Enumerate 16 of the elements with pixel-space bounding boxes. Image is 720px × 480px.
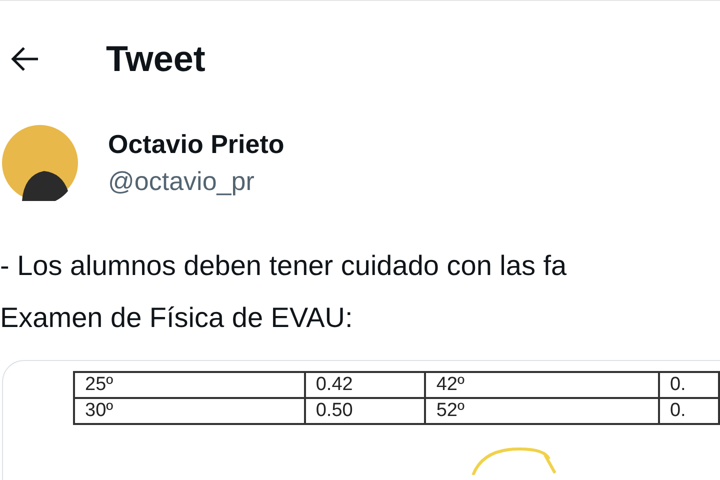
table-cell: 0. <box>658 398 719 424</box>
table-cell: 25º <box>74 372 305 398</box>
tweet-text: - Los alumnos deben tener cuidado con las fa <box>0 249 568 283</box>
page-title: Tweet <box>106 38 206 80</box>
table-cell: 0.42 <box>304 372 426 398</box>
avatar[interactable] <box>2 125 78 201</box>
back-arrow-icon <box>10 46 40 72</box>
author-name[interactable]: Octavio Prieto <box>108 129 284 160</box>
table-cell: 0.50 <box>304 398 426 424</box>
tweet-text: Examen de Física de EVAU: <box>0 301 354 335</box>
table-cell: 52º <box>425 398 659 424</box>
author-handle[interactable]: @octavio_pr <box>108 166 284 197</box>
tweet-image[interactable]: 25º 0.42 42º 0. 30º 0.50 52º 0. <box>2 360 720 480</box>
table-cell: 0. <box>658 372 719 398</box>
table-cell: 30º <box>74 398 305 424</box>
table-cell: 42º <box>425 372 659 398</box>
